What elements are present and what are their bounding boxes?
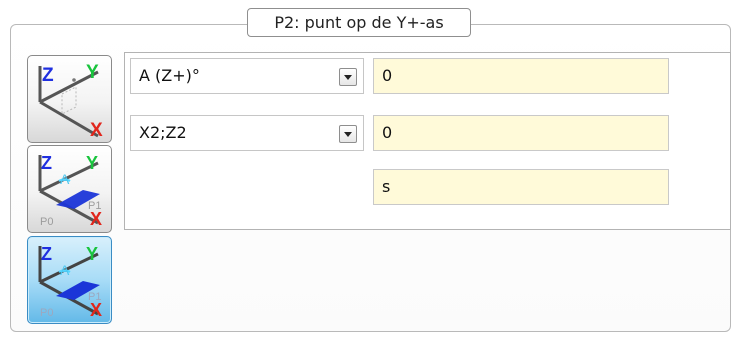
- chevron-down-icon[interactable]: [339, 68, 357, 86]
- axis-z-label: Z: [41, 244, 52, 264]
- s-value: s: [382, 177, 391, 196]
- angle-axis-selector-value: A (Z+)°: [139, 66, 200, 85]
- plane-mode-1-button[interactable]: Z Y X: [27, 55, 112, 143]
- parameter-panel: A (Z+)° 0 X2;Z2 0 s: [124, 52, 731, 230]
- coordinate-selector[interactable]: X2;Z2: [130, 115, 364, 151]
- axes-rotated-plane-icon: Z Y X A P0 P1: [38, 153, 102, 229]
- axis-x-label: X: [90, 120, 103, 141]
- coordinate-settings-panel: P2: punt op de Y+-as Z Y X Z Y X A P0 P1: [0, 0, 739, 340]
- axis-x-label: X: [90, 209, 102, 229]
- angle-value-field[interactable]: 0: [373, 58, 669, 94]
- plane-mode-3-button[interactable]: Z Y X A P0 P1: [27, 236, 112, 324]
- chevron-down-icon[interactable]: [339, 125, 357, 143]
- axis-y-label: Y: [86, 153, 98, 173]
- plane-mode-2-button[interactable]: Z Y X A P0 P1: [27, 145, 112, 233]
- angle-a-label: A: [60, 262, 70, 278]
- axis-x-label: X: [90, 300, 102, 320]
- axes-plane-icon: Z Y X: [38, 62, 103, 141]
- axis-z-label: Z: [41, 153, 52, 173]
- axes-rotated-plane-selected-icon: Z Y X A P0 P1: [38, 244, 102, 320]
- point-p1-label: P1: [88, 200, 101, 212]
- axis-z-label: Z: [42, 65, 54, 86]
- angle-axis-selector[interactable]: A (Z+)°: [130, 58, 364, 94]
- axis-y-label: Y: [86, 244, 98, 264]
- coordinate-value: 0: [382, 123, 393, 142]
- s-value-field[interactable]: s: [373, 169, 669, 205]
- group-title: P2: punt op de Y+-as: [247, 8, 471, 37]
- coordinate-value-field[interactable]: 0: [373, 115, 669, 151]
- angle-a-label: A: [60, 171, 70, 187]
- point-p1-label: P1: [88, 291, 101, 303]
- point-p0-label: P0: [40, 216, 53, 228]
- axis-y-label: Y: [86, 62, 99, 83]
- angle-value: 0: [382, 66, 393, 85]
- coordinate-selector-value: X2;Z2: [139, 123, 187, 142]
- point-p0-label: P0: [40, 307, 53, 319]
